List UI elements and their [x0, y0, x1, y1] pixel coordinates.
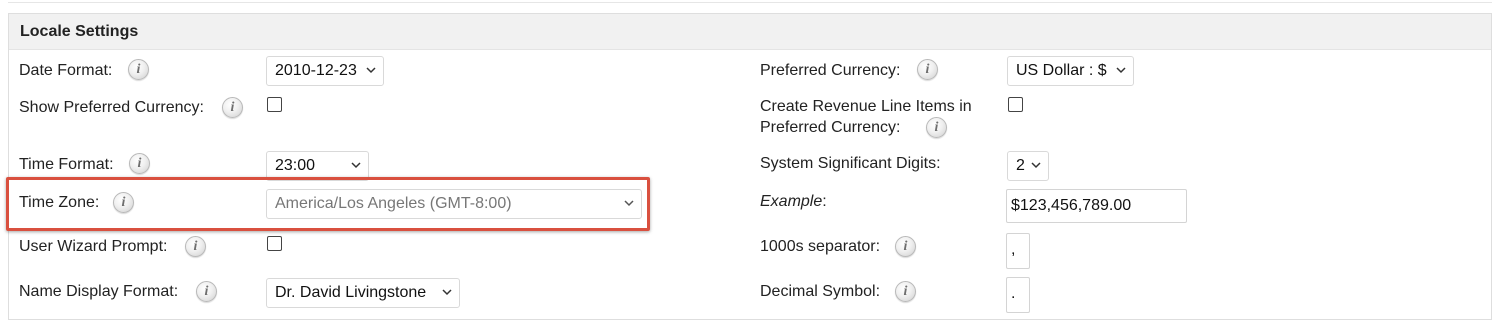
name-display-format-select[interactable]: Dr. David Livingstone	[266, 278, 460, 308]
date-format-value: 2010-12-23	[275, 62, 357, 79]
chevron-down-icon	[1031, 162, 1041, 169]
thousands-separator-label: 1000s separator:	[760, 238, 881, 255]
info-icon[interactable]: i	[185, 236, 206, 257]
time-zone-value: America/Los Angeles (GMT-8:00)	[275, 195, 512, 212]
system-significant-digits-label: System Significant Digits:	[760, 155, 941, 172]
example-label-text: Example	[760, 193, 823, 210]
info-icon[interactable]: i	[895, 281, 916, 302]
user-wizard-prompt-label: User Wizard Prompt:	[19, 238, 168, 255]
user-wizard-prompt-checkbox[interactable]	[267, 236, 282, 251]
info-icon[interactable]: i	[128, 59, 149, 80]
system-significant-digits-select[interactable]: 2	[1007, 151, 1049, 181]
show-preferred-currency-label: Show Preferred Currency:	[19, 99, 204, 116]
example-value-box: $123,456,789.00	[1006, 189, 1187, 223]
preferred-currency-value: US Dollar : $	[1016, 62, 1107, 79]
locale-settings-panel: Locale Settings	[8, 13, 1492, 320]
info-icon[interactable]: i	[113, 192, 134, 213]
top-divider	[8, 0, 1492, 3]
chevron-down-icon	[351, 162, 361, 169]
chevron-down-icon	[624, 200, 634, 207]
chevron-down-icon	[366, 67, 376, 74]
info-icon[interactable]: i	[129, 153, 150, 174]
decimal-symbol-value: .	[1011, 285, 1016, 302]
example-value: $123,456,789.00	[1011, 197, 1132, 214]
info-icon[interactable]: i	[895, 236, 916, 257]
name-display-format-label: Name Display Format:	[19, 283, 179, 300]
preferred-currency-label: Preferred Currency:	[760, 62, 901, 79]
time-zone-select[interactable]: America/Los Angeles (GMT-8:00)	[266, 189, 642, 219]
date-format-label: Date Format:	[19, 62, 113, 79]
chevron-down-icon	[442, 289, 452, 296]
date-format-select[interactable]: 2010-12-23	[266, 56, 384, 86]
info-icon[interactable]: i	[196, 281, 217, 302]
info-icon[interactable]: i	[917, 59, 938, 80]
decimal-symbol-input[interactable]: .	[1006, 277, 1030, 313]
show-preferred-currency-checkbox[interactable]	[267, 97, 282, 112]
create-revenue-line-items-checkbox[interactable]	[1008, 97, 1023, 112]
create-revenue-line-items-label-line2: Preferred Currency:	[760, 119, 901, 136]
time-zone-label: Time Zone:	[19, 194, 100, 211]
time-format-value: 23:00	[275, 157, 316, 174]
system-significant-digits-value: 2	[1016, 157, 1025, 174]
info-icon[interactable]: i	[222, 97, 243, 118]
panel-header: Locale Settings	[9, 14, 1491, 50]
example-label-colon: :	[822, 193, 827, 210]
panel-title: Locale Settings	[20, 23, 139, 40]
preferred-currency-select[interactable]: US Dollar : $	[1007, 56, 1134, 86]
thousands-separator-value: ,	[1011, 241, 1016, 258]
time-format-label: Time Format:	[19, 156, 114, 173]
decimal-symbol-label: Decimal Symbol:	[760, 283, 881, 300]
thousands-separator-input[interactable]: ,	[1006, 233, 1030, 269]
name-display-format-value: Dr. David Livingstone	[275, 284, 427, 301]
chevron-down-icon	[1116, 67, 1126, 74]
create-revenue-line-items-label-line1: Create Revenue Line Items in	[760, 98, 972, 115]
example-label: Example:	[760, 191, 827, 212]
info-icon[interactable]: i	[926, 117, 947, 138]
